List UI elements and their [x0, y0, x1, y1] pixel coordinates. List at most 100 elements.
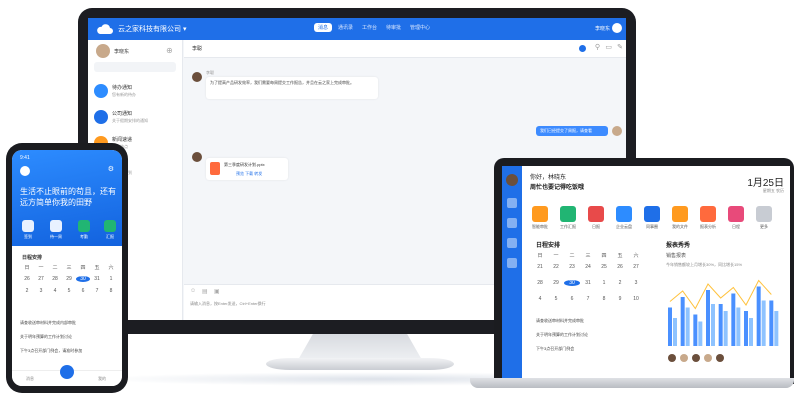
avatar[interactable] [192, 72, 202, 82]
calendar-day[interactable]: 21 [532, 264, 548, 270]
daily-icon[interactable] [588, 206, 604, 222]
sidebar-item-notice[interactable]: 公司通知 关于假期安排的通知 [94, 106, 180, 128]
files-icon[interactable] [672, 206, 688, 222]
calendar-day[interactable]: 29 [62, 276, 76, 282]
list-item[interactable]: 下午3点召开部门例会 [536, 346, 650, 352]
tab-mine[interactable]: 我的 [98, 376, 106, 382]
calendar-day[interactable]: 26 [20, 276, 34, 282]
add-icon[interactable]: ⊕ [166, 46, 173, 55]
analytics-icon[interactable] [700, 206, 716, 222]
calendar-day[interactable]: 28 [48, 276, 62, 282]
contacts-icon[interactable] [507, 218, 517, 228]
apps-icon[interactable] [507, 258, 517, 268]
list-item[interactable]: 关于明年预算的工作计划讨论 [536, 332, 650, 338]
calendar-day[interactable]: 6 [564, 296, 580, 302]
avatar[interactable] [506, 174, 518, 186]
status-dot-icon[interactable] [579, 45, 586, 52]
search-input[interactable] [94, 62, 176, 72]
calendar-day[interactable]: 31 [580, 280, 596, 286]
settings-icon[interactable]: ⚙ [108, 165, 114, 173]
avatar[interactable] [96, 44, 110, 58]
chart-bar [693, 314, 698, 346]
chart-bar [761, 300, 766, 346]
calendar-day[interactable]: 24 [580, 264, 596, 270]
nav-workbench[interactable]: 工作台 [362, 24, 377, 31]
top-user-name[interactable]: 李晓东 [595, 25, 610, 32]
approval-icon[interactable] [532, 206, 548, 222]
calendar-day[interactable]: 7 [90, 288, 104, 294]
workbench-icon[interactable] [507, 238, 517, 248]
list-item[interactable]: 关于明年预算的工作计划讨论 [20, 334, 116, 344]
calendar-day[interactable]: 6 [76, 288, 90, 294]
calendar-day[interactable]: 1 [104, 276, 118, 282]
avatar[interactable] [20, 166, 30, 176]
company-name[interactable]: 云之家科技有限公司 ▾ [118, 24, 186, 34]
nav-messages[interactable]: 消息 [314, 23, 333, 32]
avatar[interactable] [668, 354, 676, 362]
home-button[interactable] [60, 365, 74, 379]
calendar-day[interactable]: 2 [612, 280, 628, 286]
calendar-day[interactable]: 23 [564, 264, 580, 270]
report-icon[interactable] [104, 220, 116, 232]
calendar-day[interactable]: 10 [628, 296, 644, 302]
more-icon[interactable] [756, 206, 772, 222]
calendar-day-selected[interactable]: 30 [564, 280, 580, 286]
user-icon[interactable] [612, 23, 622, 33]
calendar-day[interactable]: 27 [34, 276, 48, 282]
list-item[interactable]: 请查收送审材料并完成审批 [536, 318, 650, 324]
week-icon[interactable] [50, 220, 62, 232]
calendar-day[interactable]: 4 [532, 296, 548, 302]
message-icon[interactable] [507, 198, 517, 208]
nav-admin[interactable]: 管理中心 [410, 24, 430, 31]
calendar-day[interactable]: 3 [34, 288, 48, 294]
calendar-day[interactable]: 29 [548, 280, 564, 286]
calendar-day-selected[interactable]: 30 [76, 276, 90, 282]
calendar-day[interactable]: 3 [628, 280, 644, 286]
calendar-day[interactable]: 8 [104, 288, 118, 294]
calendar-day[interactable]: 4 [48, 288, 62, 294]
chart-bar [769, 300, 774, 346]
person-icon[interactable]: ⚲ [595, 43, 600, 51]
tab-messages[interactable]: 消息 [26, 376, 34, 382]
avatar[interactable] [704, 354, 712, 362]
nav-contacts[interactable]: 通讯录 [338, 24, 353, 31]
file-actions[interactable]: 预览 下载 转发 [236, 171, 262, 177]
nav-approval[interactable]: 待审批 [386, 24, 401, 31]
emoji-icon[interactable]: ☺ [190, 288, 196, 294]
file-card[interactable]: 第三季度研发计划.pptx 预览 下载 转发 [206, 158, 288, 180]
message-text: 我们已经提交了周报，请查看 [540, 128, 592, 133]
image-icon[interactable]: ▣ [214, 288, 220, 295]
calendar-day[interactable]: 26 [612, 264, 628, 270]
calendar-day[interactable]: 9 [612, 296, 628, 302]
calendar-day[interactable]: 27 [628, 264, 644, 270]
calendar-day[interactable]: 2 [20, 288, 34, 294]
sidebar-item-todo[interactable]: 待办通知 您有新的待办 [94, 80, 180, 102]
cloud-drive-icon[interactable] [616, 206, 632, 222]
calendar-day[interactable]: 22 [548, 264, 564, 270]
calendar-day[interactable]: 8 [596, 296, 612, 302]
calendar-day[interactable]: 5 [62, 288, 76, 294]
calendar-day[interactable]: 7 [580, 296, 596, 302]
attendance-icon[interactable] [78, 220, 90, 232]
avatar[interactable] [692, 354, 700, 362]
report-icon[interactable] [560, 206, 576, 222]
folder-icon[interactable]: ▭ [605, 43, 612, 51]
list-item[interactable]: 下午3点召开部门例会，请准时参加 [20, 348, 116, 358]
sidebar-item-label: 待办通知 [112, 85, 133, 91]
avatar[interactable] [192, 152, 202, 162]
calendar-day[interactable]: 28 [532, 280, 548, 286]
avatar[interactable] [716, 354, 724, 362]
calendar-day[interactable]: 5 [548, 296, 564, 302]
edit-icon[interactable]: ✎ [617, 43, 623, 51]
attach-icon[interactable]: ▤ [202, 288, 208, 295]
list-item[interactable]: 请查收送审材料并完成内部审批 [20, 320, 116, 330]
calendar-day[interactable]: 25 [596, 264, 612, 270]
schedule-icon[interactable] [728, 206, 744, 222]
calendar-day[interactable]: 31 [90, 276, 104, 282]
avatar[interactable] [612, 126, 622, 136]
schedule-card: 日程安排 日 一 二 三 四 五 六 21 22 23 24 25 26 27 … [528, 236, 654, 380]
checkin-icon[interactable] [22, 220, 34, 232]
colleague-icon[interactable] [644, 206, 660, 222]
calendar-day[interactable]: 1 [596, 280, 612, 286]
avatar[interactable] [680, 354, 688, 362]
